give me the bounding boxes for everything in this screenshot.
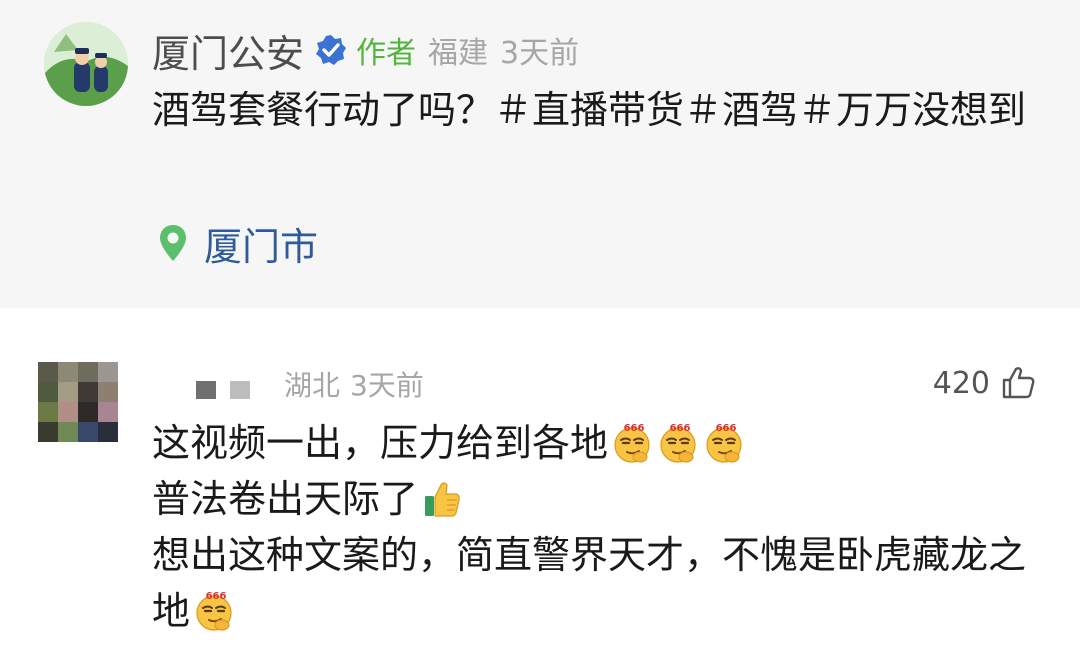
smug-666-emoji-icon <box>656 420 700 464</box>
avatar-mosaic-tile <box>78 402 98 422</box>
post-header: 厦门公安 作者 福建 3天前 <box>152 26 580 76</box>
thumbs-up-emoji-icon <box>420 476 464 520</box>
avatar-mosaic-tile <box>58 362 78 382</box>
post-location[interactable]: 厦门市 <box>158 218 319 269</box>
post-time: 3天前 <box>500 36 580 71</box>
post-region: 福建 <box>428 36 489 71</box>
redaction-block <box>196 381 216 399</box>
comment-line: 这视频一出，压力给到各地 <box>152 415 1052 471</box>
comment-line: 普法卷出天际了 <box>152 471 1052 527</box>
author-name[interactable]: 厦门公安 <box>152 23 304 78</box>
like-button[interactable]: 420 <box>933 360 1036 406</box>
author-avatar[interactable] <box>44 22 128 106</box>
post-text: 酒驾套餐行动了吗？＃直播带货＃酒驾＃万万没想到 <box>152 88 1027 132</box>
avatar-mosaic-tile <box>98 362 118 382</box>
verified-badge-icon <box>316 35 347 65</box>
redaction-block <box>230 381 250 399</box>
avatar-mosaic-tile <box>58 402 78 422</box>
avatar-mosaic-tile <box>98 422 118 442</box>
avatar-mosaic-tile <box>58 382 78 402</box>
smug-666-emoji-icon <box>192 588 236 632</box>
avatar-mosaic-tile <box>38 402 58 422</box>
avatar-mosaic-tile <box>38 382 58 402</box>
author-tag: 作者 <box>356 36 417 71</box>
location-label: 厦门市 <box>204 224 319 269</box>
comment-header: 湖北 3天前 <box>196 362 424 406</box>
avatar-mosaic-tile <box>38 422 58 442</box>
thumbs-up-icon <box>1002 367 1035 399</box>
comment-line-text: 普法卷出天际了 <box>152 477 419 521</box>
avatar-mosaic-tile <box>98 382 118 402</box>
commenter-avatar[interactable] <box>38 362 118 442</box>
like-count: 420 <box>932 365 990 401</box>
smug-666-emoji-icon <box>610 420 654 464</box>
post-card: 厦门公安 作者 福建 3天前 酒驾套餐行动了吗？＃直播带货＃酒驾＃万万没想到 厦… <box>0 0 1080 308</box>
comment-region: 湖北 <box>284 369 341 402</box>
comment-text: 这视频一出，压力给到各地 普法卷出天际了 想出这种文案的，简直警界天才，不愧是卧… <box>152 415 1052 639</box>
comment-line-text: 想出这种文案的，简直警界天才，不愧是卧虎藏龙之地 <box>152 533 1027 633</box>
comment-time: 3天前 <box>350 369 424 402</box>
avatar-mosaic-tile <box>78 382 98 402</box>
avatar-mosaic-tile <box>78 362 98 382</box>
location-pin-icon <box>160 225 186 261</box>
police-avatar-icon <box>44 22 128 106</box>
redacted-username[interactable] <box>196 369 250 399</box>
smug-666-emoji-icon <box>702 420 746 464</box>
avatar-mosaic-tile <box>78 422 98 442</box>
avatar-mosaic-tile <box>98 402 118 422</box>
comment-line: 想出这种文案的，简直警界天才，不愧是卧虎藏龙之地 <box>152 527 1052 639</box>
avatar-mosaic-tile <box>58 422 78 442</box>
avatar-mosaic-tile <box>38 362 58 382</box>
comment-line-text: 这视频一出，压力给到各地 <box>152 421 609 465</box>
